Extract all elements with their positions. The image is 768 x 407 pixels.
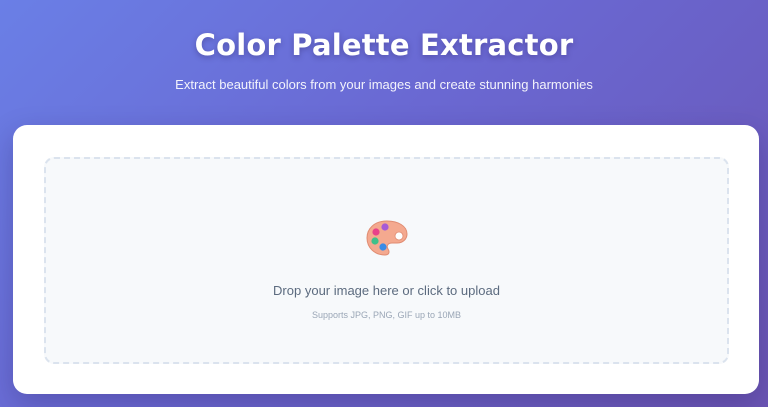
page-title: Color Palette Extractor bbox=[194, 28, 574, 62]
image-dropzone[interactable]: Drop your image here or click to upload … bbox=[44, 157, 729, 364]
dropzone-prompt: Drop your image here or click to upload bbox=[273, 283, 500, 298]
artist-palette-icon bbox=[364, 218, 410, 258]
upload-card: Drop your image here or click to upload … bbox=[13, 125, 759, 394]
supported-formats-note: Supports JPG, PNG, GIF up to 10MB bbox=[311, 310, 462, 320]
page-subtitle: Extract beautiful colors from your image… bbox=[175, 77, 593, 92]
